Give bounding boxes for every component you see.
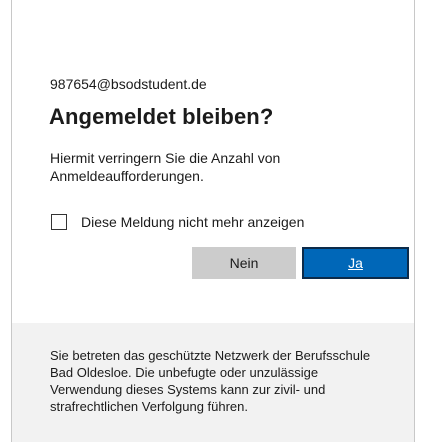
- description-text: Hiermit verringern Sie die Anzahl von An…: [50, 150, 281, 184]
- yes-button[interactable]: Ja: [302, 247, 409, 279]
- no-button[interactable]: Nein: [192, 247, 296, 279]
- sign-in-card: 987654@bsodstudent.de Angemeldet bleiben…: [11, 0, 415, 442]
- security-notice: Sie betreten das geschützte Netzwerk der…: [50, 348, 371, 414]
- notice-footer: Sie betreten das geschützte Netzwerk der…: [12, 323, 414, 442]
- dont-show-again-row[interactable]: Diese Meldung nicht mehr anzeigen: [51, 214, 304, 230]
- dont-show-again-label: Diese Meldung nicht mehr anzeigen: [81, 214, 305, 230]
- account-email: 987654@bsodstudent.de: [50, 76, 207, 92]
- page-title: Angemeldet bleiben?: [49, 104, 274, 129]
- dont-show-again-checkbox[interactable]: [51, 214, 67, 230]
